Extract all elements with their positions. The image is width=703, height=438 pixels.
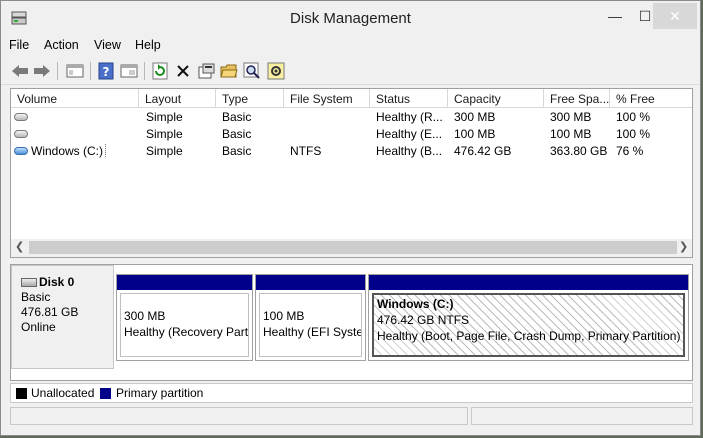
- explore-icon[interactable]: [241, 60, 263, 82]
- minimize-button[interactable]: —: [599, 3, 631, 29]
- column-header-layout[interactable]: Layout: [139, 89, 216, 108]
- cell-volume-wrap: Windows (C:): [31, 144, 107, 158]
- primary-partition-swatch: [100, 388, 111, 399]
- cell-volume: Windows (C:): [31, 144, 107, 158]
- partition-status: Healthy (Boot, Page File, Crash Dump, Pr…: [377, 329, 681, 343]
- legend-unallocated-label: Unallocated: [31, 386, 95, 400]
- scrollbar-thumb[interactable]: [29, 241, 677, 254]
- disk-type: Basic: [21, 290, 51, 304]
- show-hide-console-tree-icon[interactable]: [64, 60, 86, 82]
- toolbar-separator: [90, 62, 91, 80]
- partition-size: 476.42 GB NTFS: [377, 313, 470, 327]
- partition-status: Healthy (Recovery Parti: [124, 325, 249, 339]
- status-bar-pane: [10, 407, 468, 425]
- menu-file[interactable]: File: [9, 38, 29, 52]
- partition-type-bar: [117, 275, 252, 290]
- horizontal-scrollbar[interactable]: ❮ ❯: [11, 239, 692, 257]
- cell-type: Basic: [222, 127, 252, 141]
- column-header-volume[interactable]: Volume: [11, 89, 139, 108]
- cell-status: Healthy (B...: [376, 144, 443, 158]
- svg-text:?: ?: [103, 65, 110, 79]
- forward-arrow-icon[interactable]: [31, 60, 53, 82]
- cell-layout: Simple: [146, 110, 183, 124]
- refresh-icon[interactable]: [149, 60, 171, 82]
- menu-help[interactable]: Help: [135, 38, 161, 52]
- disk-graphical-view: Disk 0 Basic 476.81 GB Online 300 MB Hea…: [10, 264, 693, 381]
- status-bar-pane: [471, 407, 693, 425]
- scroll-right-icon[interactable]: ❯: [679, 240, 688, 253]
- settings-icon[interactable]: [265, 60, 287, 82]
- disk-0-info[interactable]: Disk 0 Basic 476.81 GB Online: [11, 265, 114, 369]
- disk-icon: [21, 278, 37, 287]
- table-row[interactable]: Simple Basic Healthy (R... 300 MB 300 MB…: [11, 109, 692, 126]
- partition-name: Windows (C:): [377, 297, 454, 311]
- partition-type-bar: [256, 275, 365, 290]
- disk-name: Disk 0: [39, 275, 75, 289]
- column-header-percent-free[interactable]: % Free: [610, 89, 692, 108]
- cell-capacity: 476.42 GB: [454, 144, 512, 158]
- column-header-capacity[interactable]: Capacity: [448, 89, 544, 108]
- cell-free-space: 100 MB: [550, 127, 592, 141]
- table-row[interactable]: Simple Basic Healthy (E... 100 MB 100 MB…: [11, 126, 692, 143]
- cell-percent-free: 100 %: [616, 127, 651, 141]
- cell-file-system: NTFS: [290, 144, 322, 158]
- menu-bar: File Action View Help: [1, 36, 700, 56]
- disk-name-row: Disk 0: [21, 275, 113, 290]
- cell-free-space: 363.80 GB: [550, 144, 608, 158]
- partition-recovery[interactable]: 300 MB Healthy (Recovery Parti: [116, 274, 253, 361]
- partition-body: Windows (C:) 476.42 GB NTFS Healthy (Boo…: [372, 293, 685, 357]
- partition-status: Healthy (EFI Syster: [263, 325, 362, 339]
- cell-capacity: 300 MB: [454, 110, 496, 124]
- disk-management-window: Disk Management — ☐ ✕ File Action View H…: [0, 0, 701, 436]
- cell-type: Basic: [222, 110, 252, 124]
- menu-view[interactable]: View: [94, 38, 121, 52]
- toolbar: ?: [1, 57, 700, 85]
- help-icon[interactable]: ?: [95, 60, 117, 82]
- volume-icon: [14, 113, 28, 121]
- legend-primary-partition-label: Primary partition: [116, 386, 204, 400]
- close-button[interactable]: ✕: [653, 3, 697, 29]
- partition-size: 100 MB: [263, 309, 305, 323]
- back-arrow-icon[interactable]: [9, 60, 31, 82]
- properties-icon[interactable]: [195, 60, 217, 82]
- cell-layout: Simple: [146, 144, 183, 158]
- properties-view-icon[interactable]: [118, 60, 140, 82]
- cell-status: Healthy (R...: [376, 110, 443, 124]
- partition-efi[interactable]: 100 MB Healthy (EFI Syster: [255, 274, 366, 361]
- cell-free-space: 300 MB: [550, 110, 592, 124]
- disk-size: 476.81 GB: [21, 305, 79, 319]
- status-bar: [10, 406, 693, 427]
- unallocated-swatch: [16, 388, 27, 399]
- cell-type: Basic: [222, 144, 252, 158]
- title-bar[interactable]: Disk Management — ☐ ✕: [1, 1, 700, 35]
- legend: Unallocated Primary partition: [10, 383, 693, 403]
- partition-type-bar: [369, 275, 688, 290]
- table-row[interactable]: Windows (C:) Simple Basic NTFS Healthy (…: [11, 143, 692, 160]
- partition-body: 300 MB Healthy (Recovery Parti: [120, 293, 249, 357]
- column-header-status[interactable]: Status: [370, 89, 448, 108]
- partition-windows-c[interactable]: Windows (C:) 476.42 GB NTFS Healthy (Boo…: [368, 274, 689, 361]
- volume-icon: [14, 130, 28, 138]
- disk-state: Online: [21, 320, 56, 334]
- window-title: Disk Management: [290, 10, 411, 27]
- toolbar-separator: [57, 62, 58, 80]
- toolbar-separator: [144, 62, 145, 80]
- column-header-free-space[interactable]: Free Spa...: [544, 89, 610, 108]
- cell-capacity: 100 MB: [454, 127, 496, 141]
- delete-icon[interactable]: [172, 60, 194, 82]
- scroll-left-icon[interactable]: ❮: [15, 240, 24, 253]
- cell-percent-free: 100 %: [616, 110, 651, 124]
- volume-icon: [14, 147, 28, 155]
- column-header-type[interactable]: Type: [216, 89, 284, 108]
- menu-action[interactable]: Action: [44, 38, 79, 52]
- partition-size: 300 MB: [124, 309, 166, 323]
- cell-status: Healthy (E...: [376, 127, 443, 141]
- volume-list[interactable]: Volume Layout Type File System Status Ca…: [10, 88, 693, 258]
- partition-body: 100 MB Healthy (EFI Syster: [259, 293, 362, 357]
- column-header-file-system[interactable]: File System: [284, 89, 370, 108]
- cell-layout: Simple: [146, 127, 183, 141]
- open-icon[interactable]: [218, 60, 240, 82]
- cell-percent-free: 76 %: [616, 144, 644, 158]
